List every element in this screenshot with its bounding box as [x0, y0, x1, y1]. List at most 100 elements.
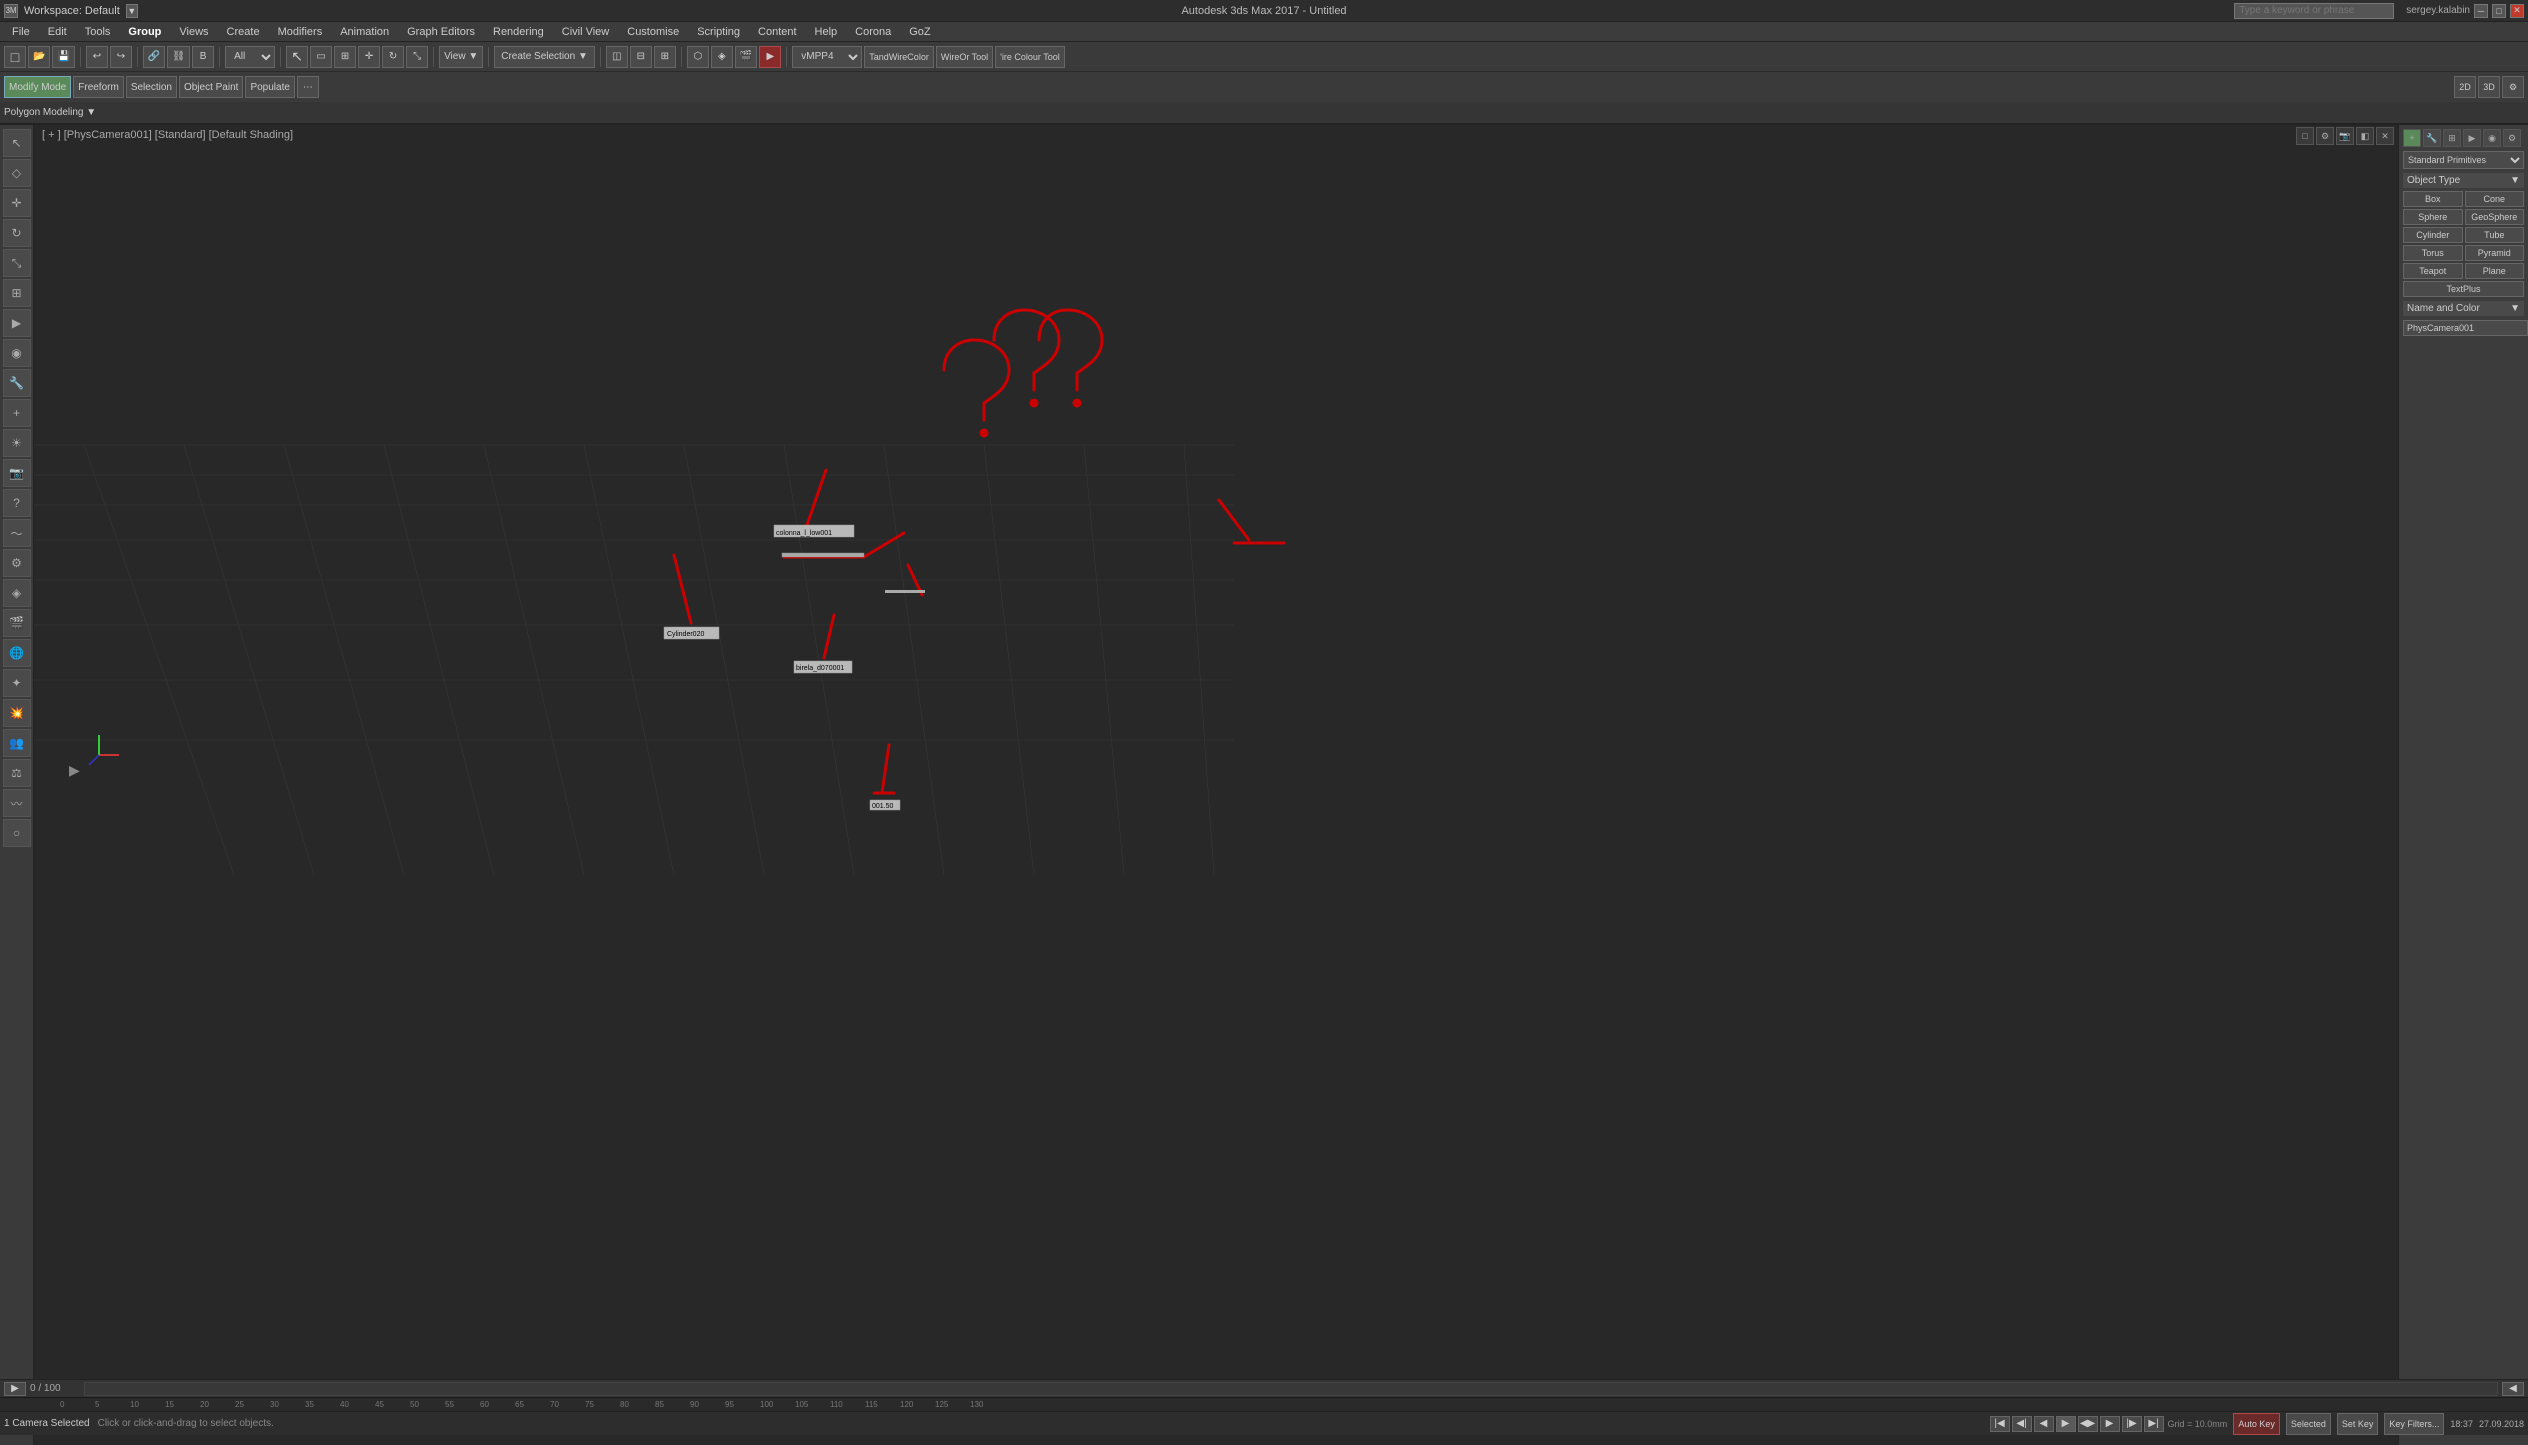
next-key-button[interactable]: |▶ [2122, 1416, 2142, 1432]
panel-icon-modify[interactable]: 🔧 [2423, 129, 2441, 147]
vp-shading-icon[interactable]: ◧ [2356, 127, 2374, 145]
sidebar-icon-material[interactable]: ◈ [3, 579, 31, 607]
modify-mode-button[interactable]: Modify Mode [4, 76, 71, 98]
primitive-cylinder[interactable]: Cylinder [2403, 227, 2463, 243]
open-button[interactable]: 📂 [28, 46, 50, 68]
sidebar-icon-rayfire[interactable]: 💥 [3, 699, 31, 727]
new-button[interactable]: □ [4, 46, 26, 68]
menu-graph-editors[interactable]: Graph Editors [399, 24, 483, 40]
sidebar-icon-environment[interactable]: 🌐 [3, 639, 31, 667]
select-link-button[interactable]: 🔗 [143, 46, 165, 68]
wire-color-tool[interactable]: TandWireColor [864, 46, 934, 68]
bind-space-button[interactable]: B [192, 46, 214, 68]
name-color-section[interactable]: Name and Color ▼ [2403, 301, 2524, 316]
selection-button[interactable]: Selection [126, 76, 177, 98]
sidebar-icon-display[interactable]: ◉ [3, 339, 31, 367]
sidebar-icon-spacewarps[interactable]: 〜 [3, 519, 31, 547]
primitive-plane[interactable]: Plane [2465, 263, 2525, 279]
panel-icon-hierarchy[interactable]: ⊞ [2443, 129, 2461, 147]
sidebar-icon-shapes[interactable]: ◇ [3, 159, 31, 187]
object-name-input[interactable] [2403, 320, 2528, 336]
sidebar-icon-render[interactable]: 🎬 [3, 609, 31, 637]
vp-maximize-icon[interactable]: □ [2296, 127, 2314, 145]
play-back-button[interactable]: ◀▶ [2078, 1416, 2098, 1432]
vp-settings-icon[interactable]: ⚙ [2316, 127, 2334, 145]
sidebar-icon-utility[interactable]: 🔧 [3, 369, 31, 397]
material-editor-button[interactable]: ◈ [711, 46, 733, 68]
primitive-textplus[interactable]: TextPlus [2403, 281, 2524, 297]
sidebar-icon-lights[interactable]: ☀ [3, 429, 31, 457]
sidebar-icon-move[interactable]: ✛ [3, 189, 31, 217]
window-crossing-button[interactable]: ⊞ [334, 46, 356, 68]
go-start-button[interactable]: |◀ [1990, 1416, 2010, 1432]
maximize-button[interactable]: □ [2492, 4, 2506, 18]
next-frame-button[interactable]: ▶ [2100, 1416, 2120, 1432]
render-button[interactable]: ▶ [759, 46, 781, 68]
create-selection-button[interactable]: Create Selection ▼ [494, 46, 595, 68]
redo-button[interactable]: ↪ [110, 46, 132, 68]
sidebar-icon-effects[interactable]: ✦ [3, 669, 31, 697]
set-key-button[interactable]: Set Key [2337, 1413, 2379, 1435]
close-button[interactable]: ✕ [2510, 4, 2524, 18]
undo-button[interactable]: ↩ [86, 46, 108, 68]
selection-filter-dropdown[interactable]: All [225, 46, 275, 68]
save-button[interactable]: 💾 [52, 46, 74, 68]
sidebar-icon-helpers[interactable]: ? [3, 489, 31, 517]
search-input[interactable] [2234, 3, 2394, 19]
select-region-button[interactable]: ▭ [310, 46, 332, 68]
menu-animation[interactable]: Animation [332, 24, 397, 40]
sidebar-icon-hierarchy[interactable]: ⊞ [3, 279, 31, 307]
sidebar-icon-massfx[interactable]: ⚖ [3, 759, 31, 787]
vp-camera-icon[interactable]: 📷 [2336, 127, 2354, 145]
menu-edit[interactable]: Edit [40, 24, 75, 40]
sidebar-icon-motion[interactable]: ▶ [3, 309, 31, 337]
primitive-box[interactable]: Box [2403, 191, 2463, 207]
sidebar-icon-create[interactable]: + [3, 399, 31, 427]
snap-toggle-2d[interactable]: 2D [2454, 76, 2476, 98]
vp-close-icon[interactable]: ✕ [2376, 127, 2394, 145]
menu-scripting[interactable]: Scripting [689, 24, 748, 40]
menu-goz[interactable]: GoZ [901, 24, 938, 40]
go-end-button[interactable]: ▶| [2144, 1416, 2164, 1432]
play-button[interactable]: ▶ [2056, 1416, 2076, 1432]
object-type-section[interactable]: Object Type ▼ [2403, 173, 2524, 188]
prev-key-button[interactable]: ◀| [2012, 1416, 2032, 1432]
panel-icon-display[interactable]: ◉ [2483, 129, 2501, 147]
scale-button[interactable]: ⤡ [406, 46, 428, 68]
menu-modifiers[interactable]: Modifiers [270, 24, 331, 40]
menu-corona[interactable]: Corona [847, 24, 899, 40]
menu-content[interactable]: Content [750, 24, 805, 40]
primitive-tube[interactable]: Tube [2465, 227, 2525, 243]
primitive-geosphere[interactable]: GeoSphere [2465, 209, 2525, 225]
extra-dot-button[interactable]: ⋯ [297, 76, 319, 98]
wire-or-tool[interactable]: WireOr Tool [936, 46, 993, 68]
menu-create[interactable]: Create [219, 24, 268, 40]
primitive-cone[interactable]: Cone [2465, 191, 2525, 207]
schematic-view-button[interactable]: ⬡ [687, 46, 709, 68]
snap-settings[interactable]: ⚙ [2502, 76, 2524, 98]
primitive-torus[interactable]: Torus [2403, 245, 2463, 261]
menu-customise[interactable]: Customise [619, 24, 687, 40]
primitives-type-dropdown[interactable]: Standard Primitives [2403, 151, 2524, 169]
freeform-button[interactable]: Freeform [73, 76, 124, 98]
unlink-button[interactable]: ⛓ [167, 46, 190, 68]
minimize-button[interactable]: ─ [2474, 4, 2488, 18]
key-filters-button[interactable]: Key Filters... [2384, 1413, 2444, 1435]
sidebar-icon-systems[interactable]: ⚙ [3, 549, 31, 577]
timeline-track[interactable] [84, 1382, 2498, 1396]
layer-manager-button[interactable]: ⊞ [654, 46, 676, 68]
auto-key-button[interactable]: Auto Key [2233, 1413, 2280, 1435]
primitive-pyramid[interactable]: Pyramid [2465, 245, 2525, 261]
menu-rendering[interactable]: Rendering [485, 24, 552, 40]
sidebar-icon-rotate[interactable]: ↻ [3, 219, 31, 247]
menu-file[interactable]: File [4, 24, 38, 40]
menu-group[interactable]: Group [120, 24, 169, 40]
sidebar-icon-cameras[interactable]: 📷 [3, 459, 31, 487]
selected-button[interactable]: Selected [2286, 1413, 2331, 1435]
panel-icon-utility[interactable]: ⚙ [2503, 129, 2521, 147]
panel-icon-create[interactable]: + [2403, 129, 2421, 147]
menu-tools[interactable]: Tools [77, 24, 119, 40]
workspace-dropdown[interactable]: ▼ [126, 4, 138, 18]
poly-bar-label[interactable]: Polygon Modeling ▼ [4, 107, 96, 118]
menu-civil-view[interactable]: Civil View [554, 24, 617, 40]
